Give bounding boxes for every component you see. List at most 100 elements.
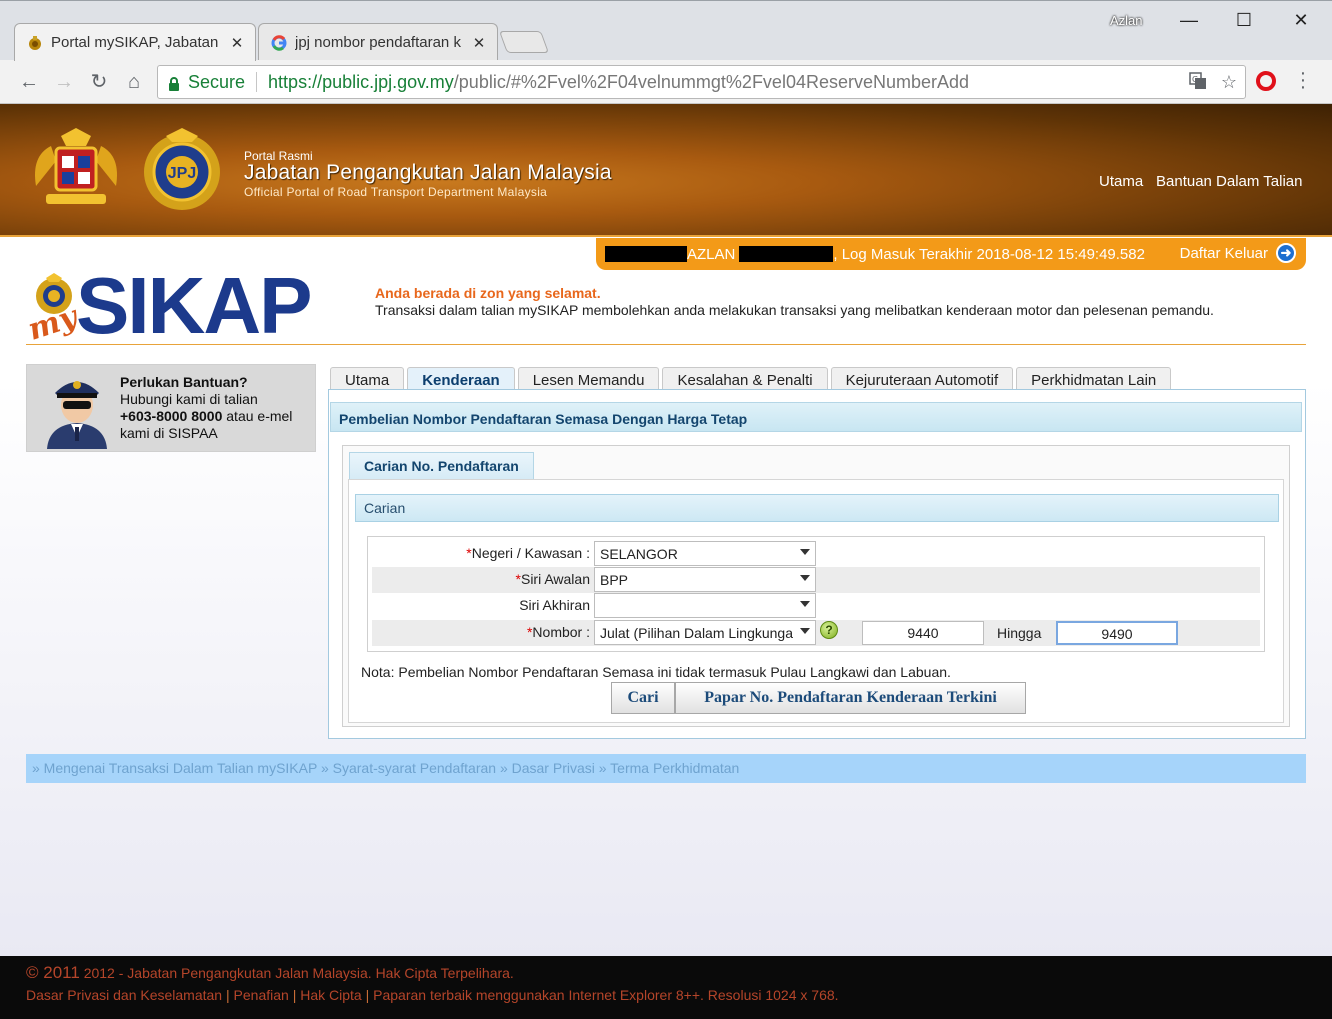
search-subpanel: Carian *Negeri / Kawasan : SELANGOR *Sir…: [348, 479, 1284, 723]
help-phone: +603-8000 8000: [120, 408, 223, 424]
hingga-label: Hingga: [997, 625, 1042, 641]
logout-label: Daftar Keluar: [1179, 244, 1268, 262]
jpj-emblem-icon: JPJ: [144, 128, 220, 210]
web-page: JPJ Portal Rasmi Jabatan Pengangkutan Ja…: [0, 104, 1332, 1019]
chevron-down-icon: [800, 601, 810, 607]
chevron-down-icon: [800, 575, 810, 581]
nav-utama-link[interactable]: Utama: [1099, 173, 1143, 190]
home-icon[interactable]: ⌂: [121, 69, 147, 95]
maximize-icon[interactable]: ☐: [1231, 9, 1257, 31]
omnibox-divider: [256, 72, 258, 92]
help-text-line3: kami di SISPAA: [120, 425, 218, 441]
lock-icon: [168, 75, 180, 91]
svg-text:G: G: [1192, 75, 1198, 84]
close-tab-icon[interactable]: ✕: [229, 34, 245, 52]
chrome-menu-icon[interactable]: · · ·: [1297, 63, 1309, 97]
chevron-down-icon: [800, 549, 810, 555]
nav-bantuan-link[interactable]: Bantuan Dalam Talian: [1156, 173, 1302, 190]
form-row-siri-akhiran: Siri Akhiran: [372, 593, 1260, 619]
nombor-label: *Nombor :: [526, 624, 590, 640]
redacted-block: [605, 246, 687, 262]
panel-heading: Pembelian Nombor Pendaftaran Semasa Deng…: [330, 402, 1302, 432]
redacted-block: [739, 246, 834, 262]
opera-extension-icon[interactable]: [1256, 71, 1276, 91]
nombor-to-input[interactable]: 9490: [1056, 621, 1178, 645]
close-tab-icon[interactable]: ✕: [471, 34, 487, 52]
copyright-text: © 2011 2012 - Jabatan Pengangkutan Jalan…: [26, 963, 514, 983]
papar-latest-button[interactable]: Papar No. Pendaftaran Kenderaan Terkini: [675, 682, 1026, 714]
cari-button[interactable]: Cari: [611, 682, 675, 714]
url-path: /public/#%2Fvel%2F04velnummgt%2Fvel04Res…: [453, 71, 970, 92]
copyright-year: © 2011: [26, 963, 80, 982]
footer-link-privasi[interactable]: Dasar Privasi dan Keselamatan: [26, 987, 222, 1003]
footer-links: Dasar Privasi dan Keselamatan | Penafian…: [26, 987, 839, 1003]
new-tab-button[interactable]: [498, 31, 550, 53]
safe-zone-description: Transaksi dalam talian mySIKAP membolehk…: [375, 302, 1214, 318]
negeri-select[interactable]: SELANGOR: [594, 541, 816, 566]
user-session-bar: AZLAN , Log Masuk Terakhir 2018-08-12 15…: [596, 238, 1306, 270]
browser-tab-mysikap[interactable]: Portal mySIKAP, Jabatan P ✕: [14, 23, 256, 61]
search-form: *Negeri / Kawasan : SELANGOR *Siri Awala…: [367, 536, 1265, 652]
siri-awalan-label: *Siri Awalan: [515, 571, 590, 587]
site-footer: © 2011 2012 - Jabatan Pengangkutan Jalan…: [0, 956, 1332, 1019]
forward-icon[interactable]: →: [51, 69, 77, 95]
user-name: AZLAN: [687, 245, 736, 263]
help-box: Perlukan Bantuan? Hubungi kami di talian…: [26, 364, 316, 452]
siri-akhiran-select[interactable]: [594, 593, 816, 618]
logo-sikap-text: SIKAP: [76, 261, 312, 350]
tab-title: jpj nombor pendaftaran k: [295, 34, 461, 51]
address-bar[interactable]: Secure https://public.jpj.gov.my/public/…: [157, 65, 1246, 99]
footer-link-hak-cipta[interactable]: Hak Cipta: [300, 987, 361, 1003]
bookmark-star-icon[interactable]: ☆: [1221, 72, 1237, 95]
last-login-text: , Log Masuk Terakhir 2018-08-12 15:49:49…: [833, 245, 1145, 263]
close-window-icon[interactable]: ✕: [1288, 9, 1314, 31]
header-divider: [26, 344, 1306, 345]
help-title: Perlukan Bantuan?: [120, 374, 248, 390]
translate-icon[interactable]: G: [1189, 72, 1207, 95]
officer-avatar-icon: [47, 381, 107, 449]
jpj-banner: JPJ Portal Rasmi Jabatan Pengangkutan Ja…: [0, 104, 1332, 237]
jpj-favicon: [27, 35, 43, 51]
help-email-text: atau e-mel: [222, 408, 293, 424]
logout-button[interactable]: Daftar Keluar ➜: [1180, 243, 1296, 263]
browser-tab-google[interactable]: jpj nombor pendaftaran k ✕: [258, 23, 498, 61]
profile-name[interactable]: Azlan: [1110, 13, 1143, 28]
nombor-type-select[interactable]: Julat (Pilihan Dalam Lingkungan): [594, 620, 816, 645]
secure-label: Secure: [188, 71, 246, 92]
browser-toolbar: ← → ↻ ⌂ Secure https://public.jpj.gov.my…: [0, 60, 1332, 104]
reload-icon[interactable]: ↻: [86, 69, 112, 95]
form-row-negeri: *Negeri / Kawasan : SELANGOR: [372, 541, 1260, 567]
mysikap-logo: my SIKAP: [24, 261, 328, 350]
form-row-siri-awalan: *Siri Awalan BPP: [372, 567, 1260, 593]
chevron-down-icon: [800, 628, 810, 634]
url-host: https://public.jpj.gov.my: [268, 71, 454, 92]
help-question-icon[interactable]: ?: [820, 621, 838, 639]
search-container: Carian No. Pendaftaran Carian *Negeri / …: [342, 445, 1290, 727]
footer-link-bar[interactable]: » Mengenai Transaksi Dalam Talian mySIKA…: [26, 754, 1306, 783]
kenderaan-panel: Pembelian Nombor Pendaftaran Semasa Deng…: [328, 389, 1306, 739]
back-icon[interactable]: ←: [16, 69, 42, 95]
tab-carian-no-pendaftaran[interactable]: Carian No. Pendaftaran: [349, 452, 534, 479]
svg-text:JPJ: JPJ: [168, 165, 196, 182]
banner-subtitle: Official Portal of Road Transport Depart…: [244, 185, 548, 199]
nombor-from-input[interactable]: 9440: [862, 621, 984, 645]
note-text: Nota: Pembelian Nombor Pendaftaran Semas…: [361, 664, 951, 680]
best-viewed-text: Paparan terbaik menggunakan Internet Exp…: [373, 987, 839, 1003]
safe-zone-title: Anda berada di zon yang selamat.: [375, 285, 601, 301]
negeri-label: *Negeri / Kawasan :: [466, 545, 590, 561]
copyright-rest: 2012 - Jabatan Pengangkutan Jalan Malays…: [79, 965, 514, 981]
arrow-right-icon: ➜: [1276, 243, 1296, 263]
malaysia-coat-of-arms-icon: [35, 128, 117, 204]
form-row-nombor: *Nombor : Julat (Pilihan Dalam Lingkunga…: [372, 620, 1260, 646]
footer-link-penafian[interactable]: Penafian: [234, 987, 289, 1003]
banner-title: Jabatan Pengangkutan Jalan Malaysia: [244, 161, 612, 184]
browser-titlebar: Portal mySIKAP, Jabatan P ✕ jpj nombor p…: [0, 0, 1332, 61]
help-text-line1: Hubungi kami di talian: [120, 391, 258, 407]
google-favicon: [271, 34, 287, 51]
siri-awalan-select[interactable]: BPP: [594, 567, 816, 592]
minimize-icon[interactable]: —: [1176, 9, 1202, 31]
siri-akhiran-label: Siri Akhiran: [519, 597, 590, 613]
section-carian-header: Carian: [355, 494, 1279, 522]
tab-title: Portal mySIKAP, Jabatan P: [51, 34, 223, 51]
help-text-line2: +603-8000 8000 atau e-mel: [120, 408, 292, 424]
